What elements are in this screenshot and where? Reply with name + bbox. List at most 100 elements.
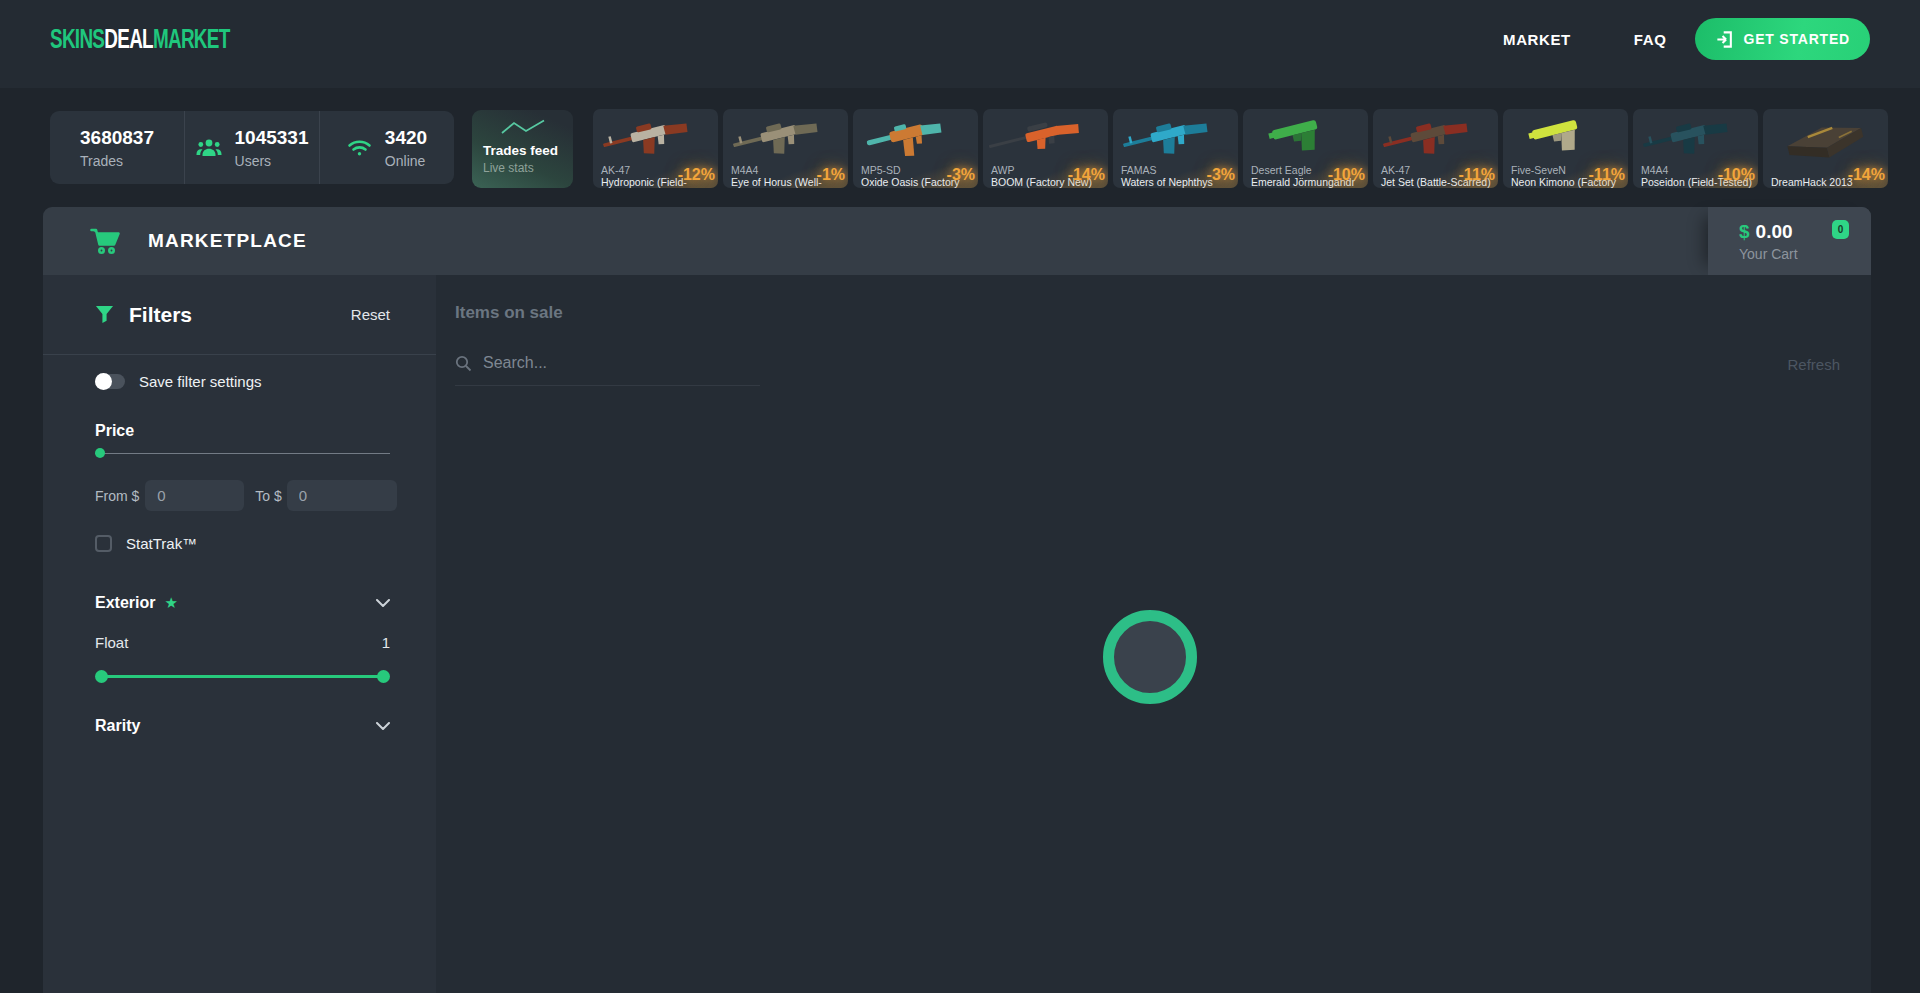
loading-spinner — [1103, 610, 1197, 704]
stat-trades: 3680837 Trades — [50, 111, 184, 184]
marketplace-bar: MARKETPLACE $0.00 Your Cart 0 — [43, 207, 1871, 275]
refresh-button[interactable]: Refresh — [1787, 356, 1840, 373]
stat-online: 3420 Online — [319, 111, 454, 184]
ticker-item-card[interactable]: Desert EagleEmerald Jörmungandr (Factory… — [1243, 109, 1368, 188]
nav-links: MARKET FAQ GET STARTED — [1503, 18, 1870, 60]
top-navigation: SKINSDEALMARKET MARKET FAQ GET STARTED — [0, 0, 1920, 88]
chevron-down-icon — [376, 599, 390, 607]
rarity-section-header[interactable]: Rarity — [95, 717, 390, 735]
cart-summary[interactable]: $0.00 Your Cart 0 — [1708, 207, 1871, 275]
ticker-item-card[interactable]: AK-47Jet Set (Battle-Scarred)-11% — [1373, 109, 1498, 188]
ticker-item-card[interactable]: FAMASWaters of Nephthys (Factory New)-3% — [1113, 109, 1238, 188]
users-icon — [196, 138, 222, 158]
save-filter-toggle[interactable] — [95, 374, 125, 389]
chevron-down-icon — [376, 722, 390, 730]
ticker-item-discount: -12% — [678, 166, 715, 184]
ticker-item-card[interactable]: M4A4Poseidon (Field-Tested)-10% — [1633, 109, 1758, 188]
ticker-item-discount: -10% — [1718, 166, 1755, 184]
price-slider[interactable] — [95, 448, 390, 458]
exterior-section-header[interactable]: Exterior ★ — [95, 594, 390, 612]
reset-filters-button[interactable]: Reset — [351, 306, 390, 323]
weapon-image — [1524, 109, 1603, 167]
ticker-item-card[interactable]: M4A4Eye of Horus (Well-Worn)-1% — [723, 109, 848, 188]
price-to-label: To $ — [255, 488, 281, 504]
ticker-item-discount: -3% — [947, 166, 975, 184]
float-value: 1 — [382, 634, 390, 651]
ticker: AK-47Hydroponic (Field-Tested)-12%M4A4Ey… — [593, 109, 1920, 188]
cart-label: Your Cart — [1739, 246, 1871, 262]
weapon-image — [863, 109, 967, 172]
ticker-item-card[interactable]: DreamHack 2013 Souvenir Package-14% — [1763, 109, 1888, 188]
weapon-image — [1264, 109, 1343, 167]
price-range-row: From $ To $ — [95, 480, 390, 511]
filter-funnel-icon — [95, 305, 114, 324]
filters-title: Filters — [129, 303, 192, 327]
ticker-item-discount: -14% — [1848, 166, 1885, 184]
currency-symbol: $ — [1739, 221, 1750, 242]
price-from-input[interactable] — [145, 480, 244, 511]
price-section-label: Price — [95, 422, 390, 440]
price-to-input[interactable] — [287, 480, 397, 511]
search-bar — [455, 354, 760, 386]
brand-part-deal: DEAL — [104, 24, 153, 54]
float-slider[interactable] — [95, 670, 390, 683]
brand-part-market: MARKET — [153, 24, 230, 54]
line-chart-icon — [500, 119, 546, 136]
star-icon: ★ — [164, 596, 177, 610]
toggle-knob — [95, 373, 112, 390]
save-filter-label: Save filter settings — [139, 373, 262, 390]
online-count: 3420 — [385, 127, 427, 149]
save-filter-row: Save filter settings — [95, 373, 390, 390]
site-stats-card: 3680837 Trades 1045331 Users 3420 Online — [50, 111, 454, 184]
trades-feed-card[interactable]: Trades feed Live stats — [472, 110, 573, 188]
price-from-label: From $ — [95, 488, 139, 504]
ticker-item-discount: -10% — [1328, 166, 1365, 184]
ticker-item-discount: -11% — [1459, 166, 1495, 184]
cart-icon — [90, 228, 121, 255]
stats-strip: 3680837 Trades 1045331 Users 3420 Online… — [0, 108, 1920, 188]
ticker-item-discount: -11% — [1589, 166, 1625, 184]
cart-amount: 0.00 — [1756, 221, 1793, 242]
nav-faq-link[interactable]: FAQ — [1634, 31, 1667, 48]
float-slider-handle-max[interactable] — [377, 670, 390, 683]
stat-users: 1045331 Users — [184, 111, 319, 184]
price-slider-handle[interactable] — [95, 448, 105, 458]
ticker-item-discount: -14% — [1068, 166, 1105, 184]
float-slider-track — [99, 675, 386, 678]
get-started-button[interactable]: GET STARTED — [1695, 18, 1870, 60]
items-panel: Items on sale Refresh — [436, 275, 1871, 993]
trades-feed-title: Trades feed — [483, 143, 562, 158]
ticker-item-discount: -3% — [1207, 166, 1235, 184]
ticker-item-card[interactable]: AK-47Hydroponic (Field-Tested)-12% — [593, 109, 718, 188]
filters-sidebar: Filters Reset Save filter settings Price… — [43, 275, 436, 993]
exterior-title: Exterior — [95, 594, 155, 612]
float-row: Float 1 — [95, 634, 390, 651]
rarity-title: Rarity — [95, 717, 140, 735]
get-started-label: GET STARTED — [1743, 31, 1850, 47]
login-icon — [1715, 30, 1734, 49]
trades-count: 3680837 — [80, 127, 154, 149]
cart-count-badge: 0 — [1832, 220, 1849, 239]
float-label: Float — [95, 634, 128, 651]
ticker-item-card[interactable]: MP5-SDOxide Oasis (Factory New)-3% — [853, 109, 978, 188]
stattrak-checkbox[interactable] — [95, 535, 112, 552]
ticker-item-card[interactable]: Five-SeveNNeon Kimono (Factory New)-11% — [1503, 109, 1628, 188]
items-on-sale-heading: Items on sale — [455, 303, 563, 323]
ticker-item-card[interactable]: AWPBOOM (Factory New)-14% — [983, 109, 1108, 188]
price-slider-track — [95, 453, 390, 454]
brand-logo[interactable]: SKINSDEALMARKET — [50, 24, 230, 55]
nav-market-link[interactable]: MARKET — [1503, 31, 1571, 48]
stattrak-row[interactable]: StatTrak™ — [95, 535, 390, 552]
search-input[interactable] — [483, 354, 733, 372]
trades-label: Trades — [80, 153, 154, 169]
users-label: Users — [235, 153, 309, 169]
cart-total: $0.00 — [1739, 221, 1871, 243]
search-icon — [455, 355, 472, 372]
online-label: Online — [385, 153, 427, 169]
filters-header: Filters Reset — [43, 275, 436, 355]
float-slider-handle-min[interactable] — [95, 670, 108, 683]
online-wifi-icon — [347, 138, 372, 157]
users-count: 1045331 — [235, 127, 309, 149]
marketplace-title: MARKETPLACE — [148, 230, 307, 252]
stattrak-label: StatTrak™ — [126, 535, 197, 552]
